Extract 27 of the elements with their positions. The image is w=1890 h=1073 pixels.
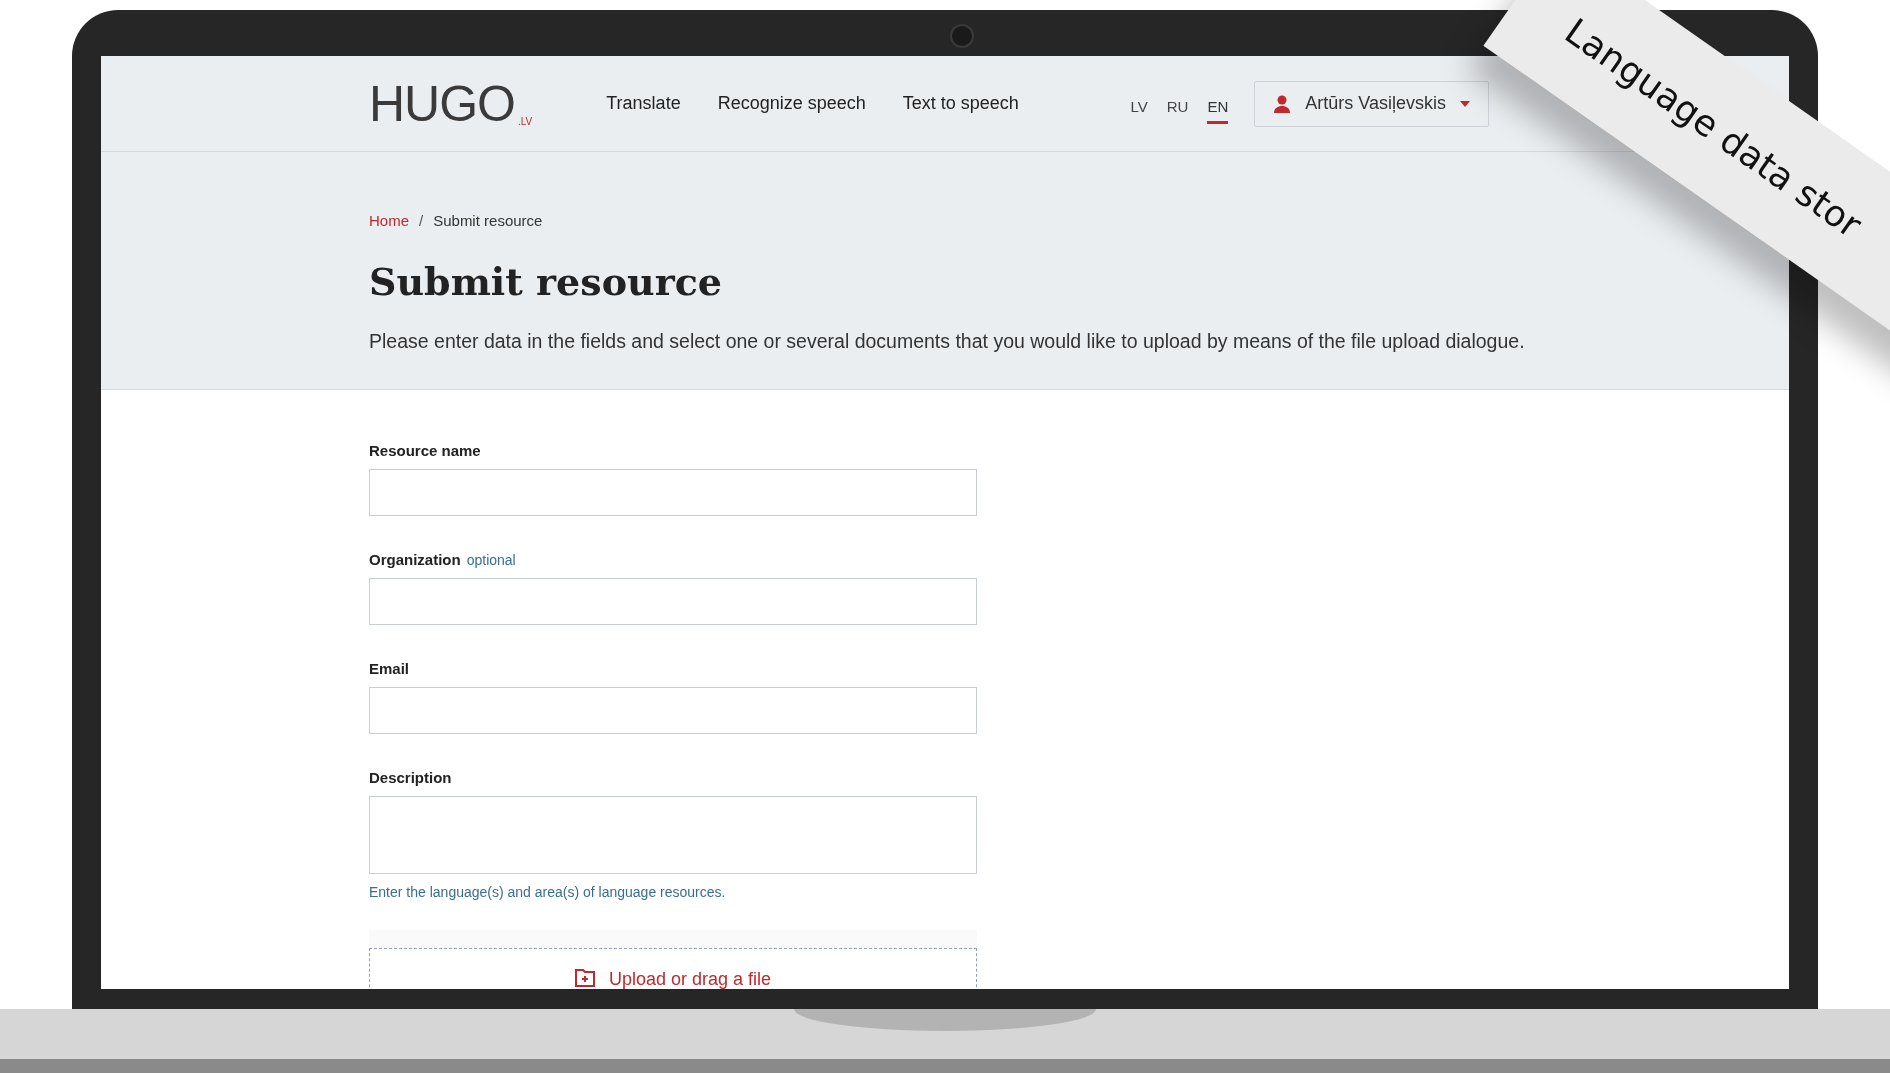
field-hint: Enter the language(s) and area(s) of language resources. [369, 884, 727, 900]
page-title: Submit resource [369, 259, 723, 304]
breadcrumb-link[interactable]: Home [369, 212, 409, 229]
intro-text: Please enter data in the fields and select one or several documents that you would like to upload by means of the file upload dialogue. [369, 330, 1521, 353]
description-field[interactable] [369, 796, 977, 874]
site-logo[interactable]: HUGO.LV [369, 78, 533, 129]
input-field[interactable] [369, 578, 977, 625]
field-label: Resource name [369, 442, 481, 459]
input-field[interactable] [369, 469, 977, 516]
nav-link[interactable]: Translate [606, 93, 681, 114]
language-link[interactable]: EN [1207, 92, 1229, 124]
user-icon [1273, 94, 1292, 113]
input-field[interactable] [369, 687, 977, 734]
nav-link[interactable]: Text to speech [902, 93, 1019, 114]
folder-plus-icon [574, 969, 595, 987]
language-link[interactable]: LV [1130, 92, 1148, 124]
optional-label: optional [466, 552, 516, 568]
breadcrumb-separator: / [419, 212, 424, 229]
field-label: Email [369, 660, 410, 677]
user-menu-button[interactable]: Artūrs Vasiļevskis [1254, 80, 1489, 127]
upload-dropzone[interactable]: Upload or drag a file [369, 948, 977, 989]
field-label: Description [369, 769, 452, 786]
language-link[interactable]: RU [1166, 92, 1189, 124]
field-label: Organization [369, 551, 461, 568]
breadcrumb-current: Submit resource [433, 212, 543, 229]
caret-icon [1460, 100, 1470, 107]
nav-link[interactable]: Recognize speech [717, 93, 866, 114]
